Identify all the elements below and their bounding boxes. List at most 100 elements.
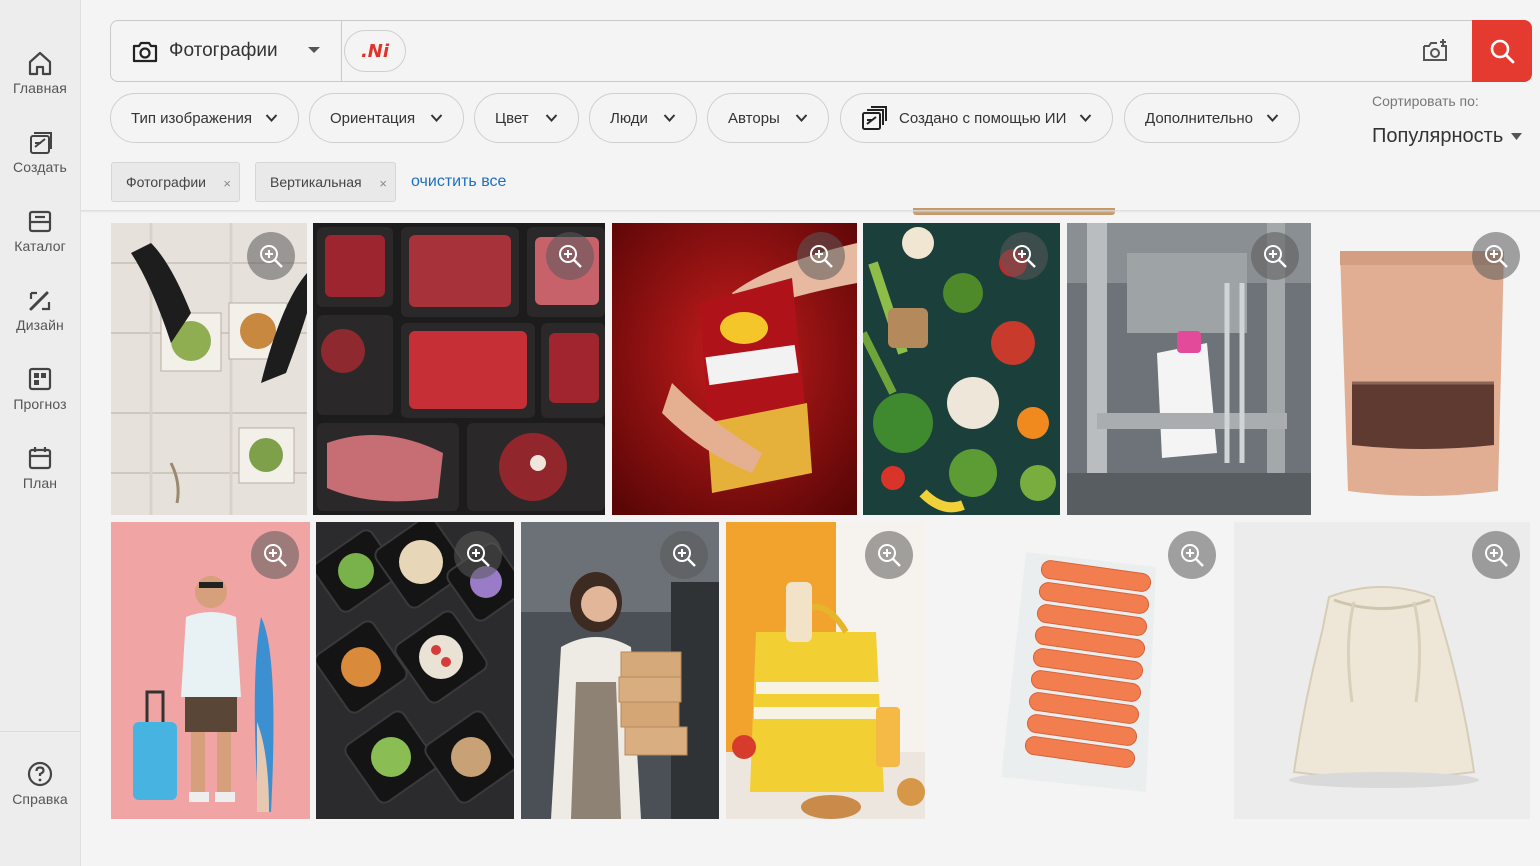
search-by-image-icon[interactable] bbox=[1421, 38, 1449, 64]
sidebar-item-label: Прогноз bbox=[13, 396, 67, 412]
chevron-down-icon bbox=[1079, 114, 1092, 122]
filter-orientation[interactable]: Ориентация bbox=[309, 93, 464, 143]
search-bar: Фотографии .Ni bbox=[110, 20, 1532, 82]
sidebar-item-label: Главная bbox=[13, 80, 67, 96]
zoom-button[interactable] bbox=[1472, 232, 1520, 280]
sidebar-divider bbox=[0, 731, 80, 732]
zoom-button[interactable] bbox=[865, 531, 913, 579]
sort-dropdown[interactable]: Популярность bbox=[1372, 125, 1503, 148]
result-image-canvas-bag[interactable] bbox=[1234, 522, 1530, 819]
result-image-packaging-machine[interactable] bbox=[1067, 223, 1311, 515]
zoom-in-icon bbox=[810, 245, 833, 268]
filter-label: Цвет bbox=[495, 109, 529, 127]
sidebar-item-label: Справка bbox=[12, 791, 68, 807]
filter-label: Авторы bbox=[728, 109, 780, 127]
ai-logo-icon: .Ni bbox=[360, 40, 390, 62]
result-image-grocery-bag[interactable] bbox=[726, 522, 925, 819]
result-image-surfer[interactable] bbox=[111, 522, 310, 819]
zoom-in-icon bbox=[264, 544, 287, 567]
content-type-dropdown[interactable]: Фотографии bbox=[111, 21, 342, 81]
zoom-button[interactable] bbox=[797, 232, 845, 280]
search-input[interactable] bbox=[416, 31, 1406, 71]
zoom-button[interactable] bbox=[1251, 232, 1299, 280]
clear-all-link[interactable]: очистить все bbox=[411, 173, 506, 191]
search-icon bbox=[1490, 39, 1515, 64]
filter-label: Люди bbox=[610, 109, 648, 127]
filter-ai-generated[interactable]: Создано с помощью ИИ bbox=[840, 93, 1113, 143]
sidebar-item-label: Каталог bbox=[14, 238, 66, 254]
design-icon bbox=[29, 291, 51, 311]
filter-color[interactable]: Цвет bbox=[474, 93, 579, 143]
forecast-icon bbox=[28, 367, 52, 391]
content-type-label: Фотографии bbox=[169, 40, 278, 61]
active-filter-chip[interactable]: Вертикальная × bbox=[255, 162, 396, 202]
result-image-woman-boxes[interactable] bbox=[521, 522, 719, 819]
zoom-button[interactable] bbox=[546, 232, 594, 280]
zoom-button[interactable] bbox=[660, 531, 708, 579]
close-icon[interactable]: × bbox=[379, 176, 387, 191]
search-button[interactable] bbox=[1472, 20, 1532, 82]
zoom-button[interactable] bbox=[251, 531, 299, 579]
result-image-sausages[interactable] bbox=[931, 522, 1227, 819]
zoom-in-icon bbox=[673, 544, 696, 567]
header-divider bbox=[81, 210, 1540, 213]
sidebar-item-help[interactable]: Справка bbox=[0, 755, 80, 825]
sidebar-item-create[interactable]: Создать bbox=[0, 123, 80, 193]
chevron-down-icon bbox=[795, 114, 808, 122]
zoom-in-icon bbox=[1013, 245, 1036, 268]
zoom-button[interactable] bbox=[247, 232, 295, 280]
result-image-raw-meat[interactable] bbox=[313, 223, 605, 515]
chevron-down-icon[interactable] bbox=[1510, 132, 1523, 141]
filter-more[interactable]: Дополнительно bbox=[1124, 93, 1300, 143]
chevron-down-icon bbox=[545, 114, 558, 122]
filter-people[interactable]: Люди bbox=[589, 93, 697, 143]
sidebar-item-home[interactable]: Главная bbox=[0, 44, 80, 114]
filter-label: Тип изображения bbox=[131, 109, 253, 127]
zoom-button[interactable] bbox=[1168, 531, 1216, 579]
result-image-kraft-pouch[interactable] bbox=[1318, 223, 1530, 515]
sidebar-item-plan[interactable]: План bbox=[0, 439, 80, 509]
sidebar-item-label: Дизайн bbox=[16, 317, 64, 333]
filter-label: Дополнительно bbox=[1145, 109, 1253, 127]
sidebar-item-label: План bbox=[22, 475, 58, 491]
chevron-down-icon bbox=[430, 114, 443, 122]
ai-search-toggle[interactable]: .Ni bbox=[344, 30, 406, 72]
result-image-meal-prep[interactable] bbox=[316, 522, 514, 819]
plan-icon bbox=[28, 447, 52, 470]
filter-image-type[interactable]: Тип изображения bbox=[110, 93, 299, 143]
camera-icon bbox=[132, 41, 158, 63]
zoom-in-icon bbox=[260, 245, 283, 268]
filter-authors[interactable]: Авторы bbox=[707, 93, 829, 143]
zoom-in-icon bbox=[559, 245, 582, 268]
result-image-chips[interactable] bbox=[612, 223, 857, 515]
active-filter-chip[interactable]: Фотографии × bbox=[111, 162, 240, 202]
chevron-down-icon bbox=[308, 47, 320, 53]
zoom-in-icon bbox=[1485, 245, 1508, 268]
zoom-button[interactable] bbox=[454, 531, 502, 579]
sidebar: Главная Создать Каталог Дизайн Прогноз П… bbox=[0, 0, 81, 866]
filter-label: Создано с помощью ИИ bbox=[899, 109, 1067, 127]
chevron-down-icon bbox=[663, 114, 676, 122]
sort-label: Сортировать по: bbox=[1372, 93, 1479, 109]
create-icon bbox=[30, 132, 52, 154]
catalog-icon bbox=[28, 210, 52, 233]
home-icon bbox=[28, 51, 52, 76]
zoom-in-icon bbox=[467, 544, 490, 567]
result-image-vegetables[interactable] bbox=[863, 223, 1060, 515]
sidebar-item-label: Создать bbox=[13, 159, 67, 175]
result-image-food-containers[interactable] bbox=[111, 223, 307, 515]
close-icon[interactable]: × bbox=[223, 176, 231, 191]
ai-generated-icon bbox=[862, 106, 887, 130]
chip-label: Вертикальная bbox=[270, 174, 362, 190]
zoom-button[interactable] bbox=[1000, 232, 1048, 280]
chevron-down-icon bbox=[1266, 114, 1279, 122]
sidebar-item-catalog[interactable]: Каталог bbox=[0, 202, 80, 272]
zoom-in-icon bbox=[1181, 544, 1204, 567]
sidebar-item-design[interactable]: Дизайн bbox=[0, 281, 80, 351]
sidebar-item-forecast[interactable]: Прогноз bbox=[0, 360, 80, 430]
zoom-in-icon bbox=[1264, 245, 1287, 268]
zoom-in-icon bbox=[1485, 544, 1508, 567]
zoom-button[interactable] bbox=[1472, 531, 1520, 579]
help-icon bbox=[27, 761, 53, 787]
chip-label: Фотографии bbox=[126, 174, 207, 190]
